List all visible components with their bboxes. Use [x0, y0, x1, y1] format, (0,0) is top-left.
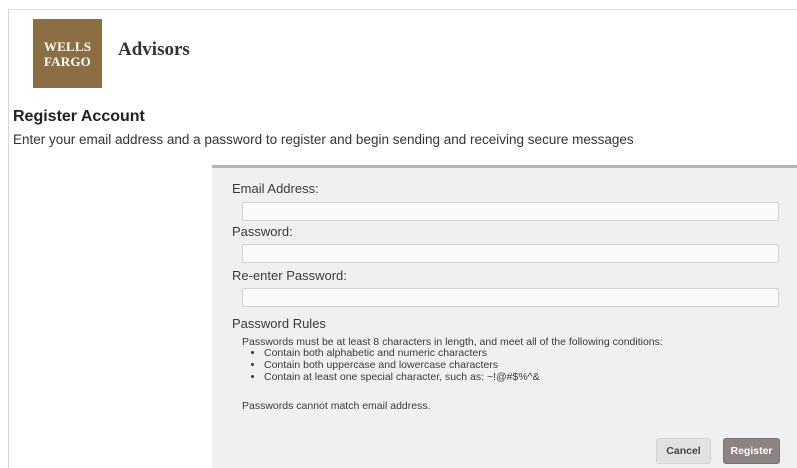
- email-field[interactable]: [242, 202, 779, 221]
- password-label: Password:: [232, 224, 293, 239]
- password-field[interactable]: [242, 244, 779, 263]
- page-title: Register Account: [13, 108, 145, 125]
- register-button[interactable]: Register: [723, 438, 780, 464]
- registration-form: Email Address: Password: Re-enter Passwo…: [212, 165, 797, 468]
- page-description: Enter your email address and a password …: [13, 132, 634, 147]
- reenter-password-label: Re-enter Password:: [232, 268, 347, 283]
- password-rules-note: Passwords cannot match email address.: [242, 400, 431, 412]
- rule-item: Contain at least one special character, …: [264, 371, 540, 383]
- logo-line-1: WELLS: [43, 38, 92, 54]
- password-rules-list: Contain both alphabetic and numeric char…: [248, 347, 540, 383]
- rule-item: Contain both uppercase and lowercase cha…: [264, 359, 540, 371]
- wells-fargo-logo: WELLS FARGO: [33, 19, 102, 88]
- brand-suffix: Advisors: [118, 39, 190, 60]
- email-label: Email Address:: [232, 181, 319, 196]
- password-rules-heading: Password Rules: [232, 316, 326, 331]
- cancel-button[interactable]: Cancel: [656, 438, 711, 464]
- logo-line-2: FARGO: [44, 53, 91, 69]
- rule-item: Contain both alphabetic and numeric char…: [264, 347, 540, 359]
- reenter-password-field[interactable]: [242, 288, 779, 307]
